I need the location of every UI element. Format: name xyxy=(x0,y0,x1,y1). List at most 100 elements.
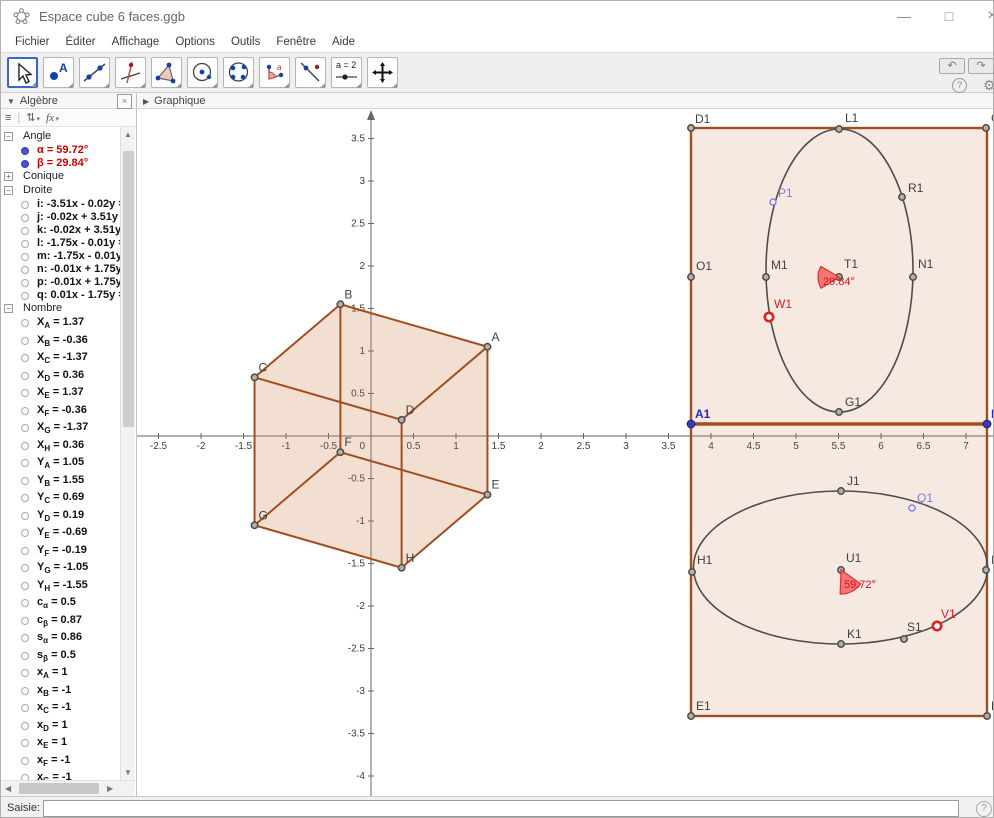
hidden-object-icon[interactable] xyxy=(21,279,29,287)
point-J1[interactable] xyxy=(837,487,845,495)
menu-outils[interactable]: Outils xyxy=(223,34,268,50)
point-N1[interactable] xyxy=(909,273,917,281)
algebra-item-n[interactable]: n: -0.01x + 1.75y = xyxy=(1,263,120,276)
hidden-object-icon[interactable] xyxy=(21,441,29,450)
hidden-object-icon[interactable] xyxy=(21,599,29,607)
hidden-object-icon[interactable] xyxy=(21,494,29,502)
tool-conic[interactable] xyxy=(223,57,254,88)
input-help-icon[interactable]: ? xyxy=(976,801,992,817)
point-A1[interactable] xyxy=(686,419,696,429)
tool-slider[interactable]: a = 2 xyxy=(331,57,362,88)
algebra-item-XD[interactable]: XD = 0.36 xyxy=(1,369,120,387)
algebra-section-angle[interactable]: − Angle xyxy=(1,130,120,144)
hidden-object-icon[interactable] xyxy=(21,564,29,572)
algebra-item-l[interactable]: l: -1.75x - 0.01y = - xyxy=(1,237,120,250)
algebra-item-β[interactable]: β = 29.84° xyxy=(1,157,120,170)
hidden-object-icon[interactable] xyxy=(21,704,29,712)
hidden-object-icon[interactable] xyxy=(21,389,29,397)
sort-icon[interactable]: ⇅▾ xyxy=(26,111,40,124)
tool-circle[interactable] xyxy=(187,57,218,88)
menu-fichier[interactable]: Fichier xyxy=(7,34,58,50)
visible-object-icon[interactable] xyxy=(21,160,29,168)
point-Q1[interactable] xyxy=(908,504,916,512)
algebra-item-cβ[interactable]: cβ = 0.87 xyxy=(1,614,120,632)
point-E[interactable] xyxy=(483,490,492,499)
tree-toggle-icon[interactable]: − xyxy=(4,132,13,141)
point-B[interactable] xyxy=(336,300,345,309)
algebra-close-icon[interactable]: × xyxy=(117,94,132,109)
toolbar-gear-icon[interactable]: ⚙ xyxy=(983,77,993,94)
algebra-item-YA[interactable]: YA = 1.05 xyxy=(1,456,120,474)
graphics-view[interactable]: -2.5 -2 -1.5 -1 -0.5 0.5 1 1.5 2 2.5 3 3.5 4 4.5 5 5.5 6… xyxy=(137,109,994,796)
point-W1[interactable] xyxy=(763,311,775,323)
tool-point[interactable]: A xyxy=(43,57,74,88)
algebra-item-xG[interactable]: xG = -1 xyxy=(1,771,120,780)
algebra-item-XA[interactable]: XA = 1.37 xyxy=(1,316,120,334)
tool-line[interactable] xyxy=(79,57,110,88)
menu-affichage[interactable]: Affichage xyxy=(104,34,168,50)
hidden-object-icon[interactable] xyxy=(21,756,29,765)
algebra-item-YB[interactable]: YB = 1.55 xyxy=(1,474,120,492)
algebra-section-droite[interactable]: − Droite xyxy=(1,184,120,198)
algebra-item-xB[interactable]: xB = -1 xyxy=(1,684,120,702)
scroll-right-icon[interactable]: ▶ xyxy=(107,784,113,793)
algebra-item-k[interactable]: k: -0.02x + 3.51y = xyxy=(1,224,120,237)
algebra-item-q[interactable]: q: 0.01x - 1.75y = - xyxy=(1,289,120,302)
point-S1[interactable] xyxy=(900,635,908,643)
hidden-object-icon[interactable] xyxy=(21,634,29,642)
hidden-object-icon[interactable] xyxy=(21,651,29,660)
tool-reflection[interactable] xyxy=(295,57,326,88)
algebra-vertical-scrollbar[interactable]: ▲ ▼ xyxy=(120,127,135,780)
algebra-item-sα[interactable]: sα = 0.86 xyxy=(1,631,120,649)
tool-angle[interactable]: a xyxy=(259,57,290,88)
algebra-item-YH[interactable]: YH = -1.55 xyxy=(1,579,120,597)
algebra-item-j[interactable]: j: -0.02x + 3.51y = xyxy=(1,211,120,224)
algebra-item-YE[interactable]: YE = -0.69 xyxy=(1,526,120,544)
point-H[interactable] xyxy=(397,563,406,572)
algebra-collapse-icon[interactable]: ▼ xyxy=(7,97,15,106)
point-P1[interactable] xyxy=(769,198,777,206)
hidden-object-icon[interactable] xyxy=(21,721,29,730)
algebra-item-xF[interactable]: xF = -1 xyxy=(1,754,120,772)
algebra-item-XG[interactable]: XG = -1.37 xyxy=(1,421,120,439)
hidden-object-icon[interactable] xyxy=(21,227,29,235)
point-F1[interactable] xyxy=(983,712,991,720)
hidden-object-icon[interactable] xyxy=(21,266,29,274)
hidden-object-icon[interactable] xyxy=(21,669,29,677)
hidden-object-icon[interactable] xyxy=(21,511,29,520)
graphics-collapse-icon[interactable]: ▶ xyxy=(143,97,149,106)
hidden-object-icon[interactable] xyxy=(21,406,29,415)
menu-aide[interactable]: Aide xyxy=(324,34,363,50)
scroll-left-icon[interactable]: ◀ xyxy=(5,784,11,793)
toolbar-help-icon[interactable]: ? xyxy=(952,78,967,93)
point-B1[interactable] xyxy=(982,419,992,429)
vertical-scroll-thumb[interactable] xyxy=(123,151,134,427)
scroll-up-icon[interactable]: ▲ xyxy=(124,130,132,139)
menu-editer[interactable]: Éditer xyxy=(58,34,104,50)
tool-polygon[interactable] xyxy=(151,57,182,88)
hidden-object-icon[interactable] xyxy=(21,546,29,555)
undo-button[interactable]: ↶ xyxy=(939,58,965,74)
tree-toggle-icon[interactable]: + xyxy=(4,172,13,181)
point-K1[interactable] xyxy=(837,640,845,648)
algebra-item-XF[interactable]: XF = -0.36 xyxy=(1,404,120,422)
hidden-object-icon[interactable] xyxy=(21,292,29,300)
hidden-object-icon[interactable] xyxy=(21,354,29,362)
algebra-item-YD[interactable]: YD = 0.19 xyxy=(1,509,120,527)
algebra-item-xA[interactable]: xA = 1 xyxy=(1,666,120,684)
point-I1[interactable] xyxy=(982,566,990,574)
hidden-object-icon[interactable] xyxy=(21,476,29,485)
hidden-object-icon[interactable] xyxy=(21,336,29,345)
algebra-item-YG[interactable]: YG = -1.05 xyxy=(1,561,120,579)
minimize-button[interactable]: — xyxy=(889,7,919,25)
algebra-section-conique[interactable]: + Conique xyxy=(1,170,120,184)
auxiliary-objects-icon[interactable]: ≡ xyxy=(5,112,11,124)
visible-object-icon[interactable] xyxy=(21,147,29,155)
graphics-canvas[interactable]: -2.5 -2 -1.5 -1 -0.5 0.5 1 1.5 2 2.5 3 3.5 4 4.5 5 5.5 6… xyxy=(137,109,994,796)
algebra-item-YC[interactable]: YC = 0.69 xyxy=(1,491,120,509)
algebra-item-XE[interactable]: XE = 1.37 xyxy=(1,386,120,404)
algebra-item-xC[interactable]: xC = -1 xyxy=(1,701,120,719)
algebra-item-xD[interactable]: xD = 1 xyxy=(1,719,120,737)
horizontal-scroll-thumb[interactable] xyxy=(19,783,99,794)
menu-fenetre[interactable]: Fenêtre xyxy=(268,34,324,50)
